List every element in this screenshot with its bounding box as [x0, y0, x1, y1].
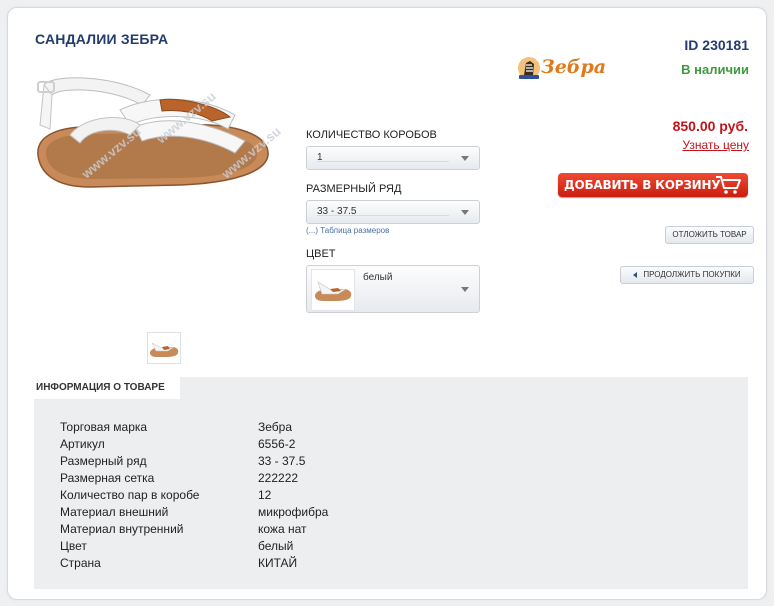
page-title: САНДАЛИИ ЗЕБРА — [35, 31, 169, 47]
chevron-down-icon — [461, 210, 469, 215]
sandal-swatch-icon — [315, 281, 352, 301]
info-row-value: 12 — [258, 488, 272, 502]
cart-icon — [716, 176, 741, 194]
postpone-button[interactable]: ОТЛОЖИТЬ ТОВАР — [665, 226, 754, 244]
stock-status: В наличии — [681, 62, 749, 77]
info-row-key: Торговая марка — [60, 420, 148, 434]
info-row-key: Артикул — [60, 437, 105, 451]
info-row-value: Зебра — [258, 420, 293, 434]
info-row-key: Цвет — [60, 539, 87, 553]
info-row-value: кожа нат — [258, 522, 307, 536]
size-label: РАЗМЕРНЫЙ РЯД — [306, 183, 402, 195]
boxes-select[interactable]: 1 — [306, 146, 480, 170]
color-label: ЦВЕТ — [306, 248, 336, 260]
info-row-key: Размерная сетка — [60, 471, 155, 485]
info-row-value: 222222 — [258, 471, 299, 485]
info-row-key: Материал внешний — [60, 505, 169, 519]
sandal-thumbnail-image — [150, 342, 179, 357]
info-row-key: Материал внутренний — [60, 522, 184, 536]
add-to-cart-label: ДОБАВИТЬ В КОРЗИНУ — [564, 178, 721, 192]
info-row-key: Количество пар в коробе — [60, 488, 200, 502]
product-thumbnail[interactable] — [147, 332, 181, 364]
tab-product-info[interactable]: ИНФОРМАЦИЯ О ТОВАРЕ — [34, 377, 167, 399]
continue-shopping-label: ПРОДОЛЖИТЬ ПОКУПКИ — [643, 270, 741, 279]
info-row-key: Размерный ряд — [60, 454, 147, 468]
boxes-label: КОЛИЧЕСТВО КОРОБОВ — [306, 129, 437, 141]
select-divider — [317, 215, 449, 216]
info-row-value: КИТАЙ — [258, 556, 298, 570]
color-select[interactable]: белый — [306, 265, 480, 313]
ask-price-link[interactable]: Узнать цену — [682, 138, 749, 152]
continue-shopping-button[interactable]: ПРОДОЛЖИТЬ ПОКУПКИ — [620, 266, 754, 284]
product-id: ID 230181 — [684, 37, 749, 53]
color-swatch-image — [311, 269, 355, 311]
zebra-logo-icon — [518, 57, 540, 79]
add-to-cart-button[interactable]: ДОБАВИТЬ В КОРЗИНУ — [558, 173, 748, 197]
info-row-value: 6556-2 — [258, 437, 296, 451]
color-value: белый — [363, 272, 393, 283]
chevron-down-icon — [461, 156, 469, 161]
info-header-bar — [180, 377, 748, 399]
brand-logo-text: Зебра — [541, 56, 607, 78]
price: 850.00 руб. — [672, 118, 748, 134]
info-row-value: белый — [258, 539, 294, 553]
select-divider — [317, 161, 449, 162]
brand-logo: Зебра — [517, 55, 606, 83]
chevron-left-icon — [633, 271, 638, 278]
size-select[interactable]: 33 - 37.5 — [306, 200, 480, 224]
info-row-value: 33 - 37.5 — [258, 454, 306, 468]
chevron-down-icon — [461, 287, 469, 292]
info-row-value: микрофибра — [258, 505, 329, 519]
info-row-key: Страна — [60, 556, 101, 570]
size-table-link[interactable]: (...) Таблица размеров — [306, 226, 389, 235]
product-photo[interactable]: www.vzv.su www.vzv.su www.vzv.su — [30, 55, 284, 215]
